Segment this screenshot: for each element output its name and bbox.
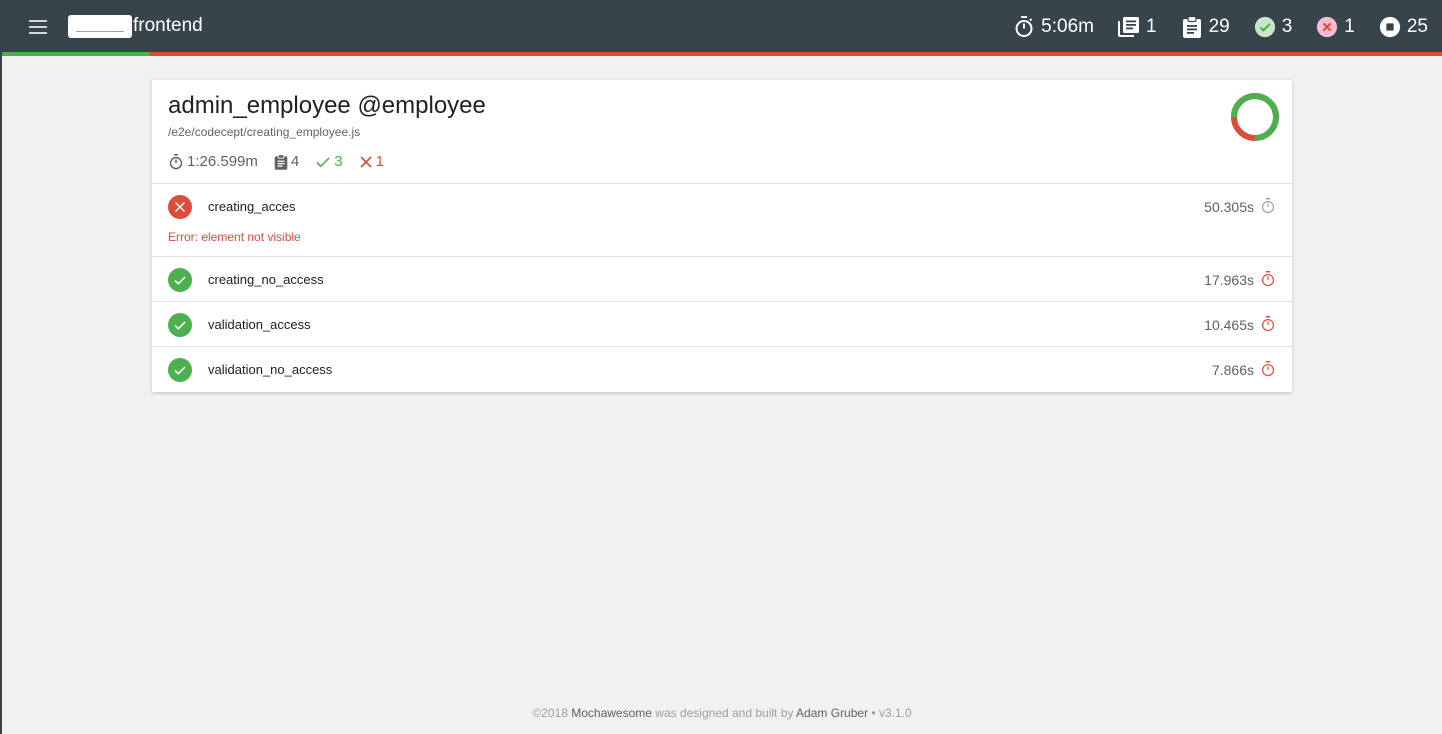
timer-icon [169, 153, 183, 169]
test-item-passed[interactable]: validation_no_access 7.866s [152, 347, 1292, 392]
test-title: creating_no_access [208, 272, 324, 287]
test-item-passed[interactable]: creating_no_access 17.963s [152, 257, 1292, 302]
suite-card: admin_employee @employee /e2e/codecept/c… [152, 80, 1292, 392]
footer-author-link[interactable]: Adam Gruber [796, 706, 868, 720]
stat-tests-value: 29 [1208, 16, 1230, 37]
stat-failures-value: 1 [1344, 16, 1355, 37]
stat-suites-value: 1 [1145, 16, 1157, 37]
clipboard-icon [1181, 16, 1203, 38]
test-duration: 17.963s [1204, 272, 1254, 288]
suite-duration: 1:26.599m [168, 153, 258, 170]
suite-passes: 3 [315, 153, 343, 170]
footer-version: • v3.1.0 [871, 706, 912, 720]
check-icon [316, 156, 330, 167]
cancel-circle-icon [1316, 16, 1338, 38]
test-title: creating_acces [208, 199, 296, 214]
suite-passes-value: 3 [334, 153, 343, 170]
top-nav: frontend 5:06m 1 29 3 1 25 [2, 0, 1442, 52]
timer-icon [1261, 316, 1275, 332]
progress-pass-segment [2, 52, 151, 56]
footer-text: was designed and built by [655, 706, 794, 720]
stop-circle-icon [1379, 16, 1401, 38]
timer-icon [1261, 271, 1275, 287]
stat-passes[interactable]: 3 [1254, 16, 1293, 38]
logo [68, 15, 132, 38]
stat-duration-value: 5:06m [1041, 16, 1094, 37]
test-item-passed[interactable]: validation_access 10.465s [152, 302, 1292, 347]
stat-passes-value: 3 [1281, 16, 1293, 37]
suite-pass-fail-chart [1231, 93, 1279, 141]
clipboard-icon [274, 153, 288, 170]
close-icon [360, 155, 372, 168]
stat-pending[interactable]: 25 [1379, 16, 1428, 38]
report-title: frontend [133, 15, 203, 36]
suite-duration-value: 1:26.599m [187, 153, 258, 170]
test-error-message: Error: element not visible [168, 230, 301, 244]
timer-icon [1261, 198, 1275, 214]
pass-status-icon [168, 358, 192, 382]
stat-pending-value: 25 [1406, 16, 1428, 37]
suite-test-count-value: 4 [290, 153, 300, 170]
test-duration: 50.305s [1204, 199, 1254, 215]
menu-icon[interactable] [29, 20, 47, 34]
footer: ©2018 Mochawesome was designed and built… [2, 706, 1442, 720]
pass-status-icon [168, 268, 192, 292]
test-title: validation_access [208, 317, 311, 332]
nav-stats: 5:06m 1 29 3 1 25 [989, 13, 1428, 41]
stat-tests[interactable]: 29 [1181, 16, 1230, 38]
fail-status-icon [168, 195, 192, 219]
timer-icon [1261, 361, 1275, 377]
pass-status-icon [168, 313, 192, 337]
suite-title: admin_employee @employee [168, 92, 486, 119]
stat-duration: 5:06m [1013, 16, 1094, 38]
footer-copyright: ©2018 [532, 706, 568, 720]
footer-product-link[interactable]: Mochawesome [571, 706, 652, 720]
library-books-icon [1117, 16, 1140, 38]
suite-test-count: 4 [274, 153, 299, 170]
suite-file-path: /e2e/codecept/creating_employee.js [168, 125, 361, 139]
suite-failures: 1 [359, 153, 384, 170]
suite-summary: 1:26.599m 4 3 1 [168, 153, 400, 170]
pass-fail-progress-bar [2, 52, 1442, 56]
check-circle-icon [1254, 16, 1276, 38]
test-title: validation_no_access [208, 362, 333, 377]
timer-icon [1013, 16, 1035, 38]
suite-header: admin_employee @employee /e2e/codecept/c… [152, 80, 1292, 184]
stat-failures[interactable]: 1 [1316, 16, 1355, 38]
report-page: frontend 5:06m 1 29 3 1 25 admin_employe… [0, 0, 1442, 734]
test-item-failed[interactable]: creating_acces 50.305s Error: element no… [152, 184, 1292, 257]
test-duration: 7.866s [1211, 362, 1254, 378]
test-duration: 10.465s [1204, 317, 1254, 333]
suite-failures-value: 1 [375, 153, 384, 170]
stat-suites[interactable]: 1 [1117, 16, 1157, 38]
